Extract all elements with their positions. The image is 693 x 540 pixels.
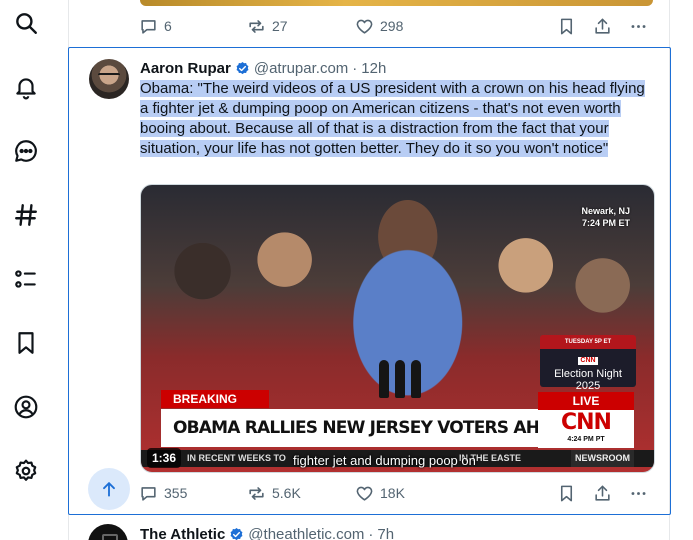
- messages-chat-icon[interactable]: [8, 133, 44, 169]
- show-name: NEWSROOM: [571, 450, 634, 467]
- reply-button[interactable]: 6: [139, 14, 172, 38]
- search-icon[interactable]: [8, 5, 44, 41]
- like-count: 298: [380, 18, 404, 34]
- left-nav: [0, 0, 54, 540]
- live-badge: LIVE: [538, 392, 634, 410]
- election-date: TUESDAY 5P ET: [564, 339, 612, 345]
- author-avatar[interactable]: [89, 59, 129, 99]
- microphones: [369, 360, 429, 410]
- bookmark-button[interactable]: [557, 14, 576, 38]
- share-button[interactable]: [593, 14, 612, 38]
- post-text: Obama: "The weird videos of a US preside…: [140, 79, 655, 159]
- post-header: Aaron Rupar @atrupar.com · 12h: [140, 58, 386, 78]
- settings-gear-icon[interactable]: [8, 453, 44, 489]
- bookmark-icon: [560, 18, 573, 34]
- video-player[interactable]: Newark, NJ 7:24 PM ET TUESDAY 5P ET CNN …: [140, 184, 655, 473]
- repost-icon: [249, 19, 264, 33]
- lists-icon[interactable]: [8, 261, 44, 297]
- next-author-handle[interactable]: @theathletic.com: [248, 526, 364, 540]
- like-button[interactable]: 298: [355, 14, 403, 38]
- video-duration: 1:36: [147, 448, 182, 468]
- next-post-time[interactable]: 7h: [377, 526, 394, 540]
- repost-icon: [249, 486, 264, 500]
- arrow-up-icon: [103, 482, 115, 497]
- separator-dot: ·: [368, 525, 374, 540]
- reply-button[interactable]: 355: [139, 481, 187, 505]
- more-dots-icon: [631, 24, 646, 28]
- election-title: Election Night: [554, 368, 622, 380]
- election-night-promo: TUESDAY 5P ET CNN Election Night 2025: [540, 335, 636, 392]
- bookmarks-icon[interactable]: [8, 325, 44, 361]
- repost-button[interactable]: 5.6K: [247, 481, 301, 505]
- share-icon: [595, 485, 610, 501]
- separator-dot: ·: [352, 59, 358, 77]
- share-button[interactable]: [593, 481, 612, 505]
- post[interactable]: Aaron Rupar @atrupar.com · 12h Obama: "T…: [68, 47, 671, 515]
- location-city: Newark, NJ: [581, 206, 630, 216]
- next-post[interactable]: The Athletic @theathletic.com · 7h: [69, 516, 669, 540]
- previous-post: 6 27 298: [69, 0, 669, 48]
- reply-count: 6: [164, 18, 172, 34]
- next-author-avatar[interactable]: [88, 524, 128, 540]
- share-icon: [595, 18, 610, 34]
- location-time: 7:24 PM ET: [581, 218, 630, 228]
- location-overlay: Newark, NJ 7:24 PM ET: [581, 205, 630, 229]
- like-count: 18K: [380, 485, 405, 501]
- repost-count: 27: [272, 18, 288, 34]
- election-year: 2025: [575, 380, 601, 392]
- reply-icon: [141, 486, 156, 501]
- post-text-content: Obama: "The weird videos of a US preside…: [140, 80, 645, 157]
- next-author-name[interactable]: The Athletic: [140, 526, 225, 540]
- ticker-text: IN RECENT WEEKS TO: [187, 453, 286, 463]
- more-dots-icon: [631, 491, 646, 495]
- previous-post-actions: 6 27 298: [139, 14, 659, 38]
- heart-icon: [356, 486, 373, 501]
- more-options-button[interactable]: [629, 481, 648, 505]
- repost-button[interactable]: 27: [247, 14, 288, 38]
- reply-icon: [141, 19, 156, 34]
- more-options-button[interactable]: [629, 14, 648, 38]
- timeline: 6 27 298 Aaron Rupar @atrupar.com · 12h …: [68, 0, 671, 540]
- bookmark-button[interactable]: [557, 481, 576, 505]
- hashtag-icon[interactable]: [8, 197, 44, 233]
- verified-badge-icon: [229, 527, 244, 540]
- verified-badge-icon: [235, 61, 250, 76]
- repost-count: 5.6K: [272, 485, 301, 501]
- profile-icon[interactable]: [8, 389, 44, 425]
- reply-count: 355: [164, 485, 188, 501]
- heart-icon: [356, 19, 373, 34]
- video-caption: fighter jet and dumping poop on: [293, 453, 476, 468]
- post-time[interactable]: 12h: [361, 60, 386, 77]
- network-logo-box: CNN 4:24 PM PT: [538, 410, 634, 448]
- author-handle[interactable]: @atrupar.com: [254, 60, 348, 77]
- previous-post-media[interactable]: [140, 0, 653, 6]
- bookmark-icon: [560, 485, 573, 501]
- notifications-bell-icon[interactable]: [8, 69, 44, 105]
- network-time: 4:24 PM PT: [567, 436, 605, 443]
- post-actions: 355 5.6K 18K: [139, 481, 659, 505]
- breaking-news-label: BREAKING NEWS: [161, 390, 269, 424]
- network-logo: CNN: [561, 410, 612, 435]
- scroll-to-top-button[interactable]: [88, 468, 130, 510]
- author-name[interactable]: Aaron Rupar: [140, 60, 231, 77]
- news-headline: OBAMA RALLIES NEW JERSEY VOTERS AHEAD OF…: [161, 409, 545, 447]
- like-button[interactable]: 18K: [355, 481, 405, 505]
- election-network: CNN: [578, 357, 598, 365]
- next-post-header: The Athletic @theathletic.com · 7h: [140, 524, 394, 540]
